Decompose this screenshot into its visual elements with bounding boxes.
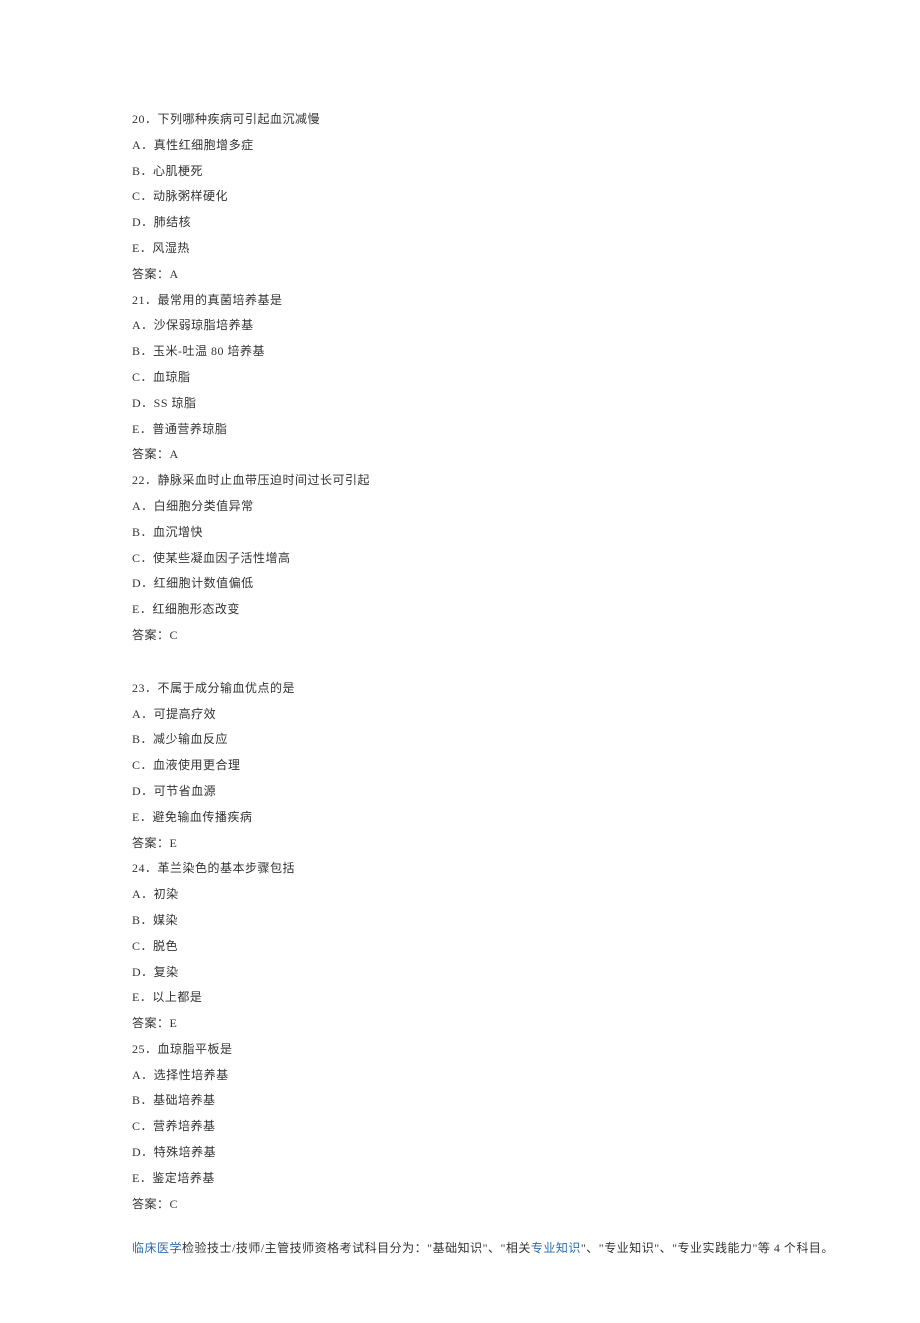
q-text: 静脉采血时止血带压迫时间过长可引起 [158, 473, 371, 487]
option: E．风湿热 [132, 237, 860, 260]
option: B．血沉增快 [132, 521, 860, 544]
document-page: 20．下列哪种疾病可引起血沉减慢 A．真性红细胞增多症 B．心肌梗死 C．动脉粥… [0, 0, 920, 1323]
question-stem: 20．下列哪种疾病可引起血沉减慢 [132, 108, 860, 131]
option: B．媒染 [132, 909, 860, 932]
answer: 答案：E [132, 832, 860, 855]
answer: 答案：C [132, 1193, 860, 1216]
option: D．红细胞计数值偏低 [132, 572, 860, 595]
q-text: 不属于成分输血优点的是 [158, 681, 296, 695]
q-text: 革兰染色的基本步骤包括 [158, 861, 296, 875]
q-number: 23． [132, 681, 158, 695]
q-number: 21． [132, 293, 158, 307]
option: C．血琼脂 [132, 366, 860, 389]
option: E．普通营养琼脂 [132, 418, 860, 441]
option: B．基础培养基 [132, 1089, 860, 1112]
option: C．营养培养基 [132, 1115, 860, 1138]
option: A．沙保弱琼脂培养基 [132, 314, 860, 337]
q-number: 25． [132, 1042, 158, 1056]
footer-mid-2: "、"专业知识"、"专业实践能力"等 4 个科目。 [581, 1241, 834, 1255]
option: C．血液使用更合理 [132, 754, 860, 777]
option: E．红细胞形态改变 [132, 598, 860, 621]
q-text: 最常用的真菌培养基是 [158, 293, 283, 307]
option: E．避免输血传播疾病 [132, 806, 860, 829]
option: B．玉米-吐温 80 培养基 [132, 340, 860, 363]
q-text: 血琼脂平板是 [158, 1042, 233, 1056]
q-number: 20． [132, 112, 158, 126]
answer: 答案：A [132, 443, 860, 466]
answer: 答案：E [132, 1012, 860, 1035]
option: A．白细胞分类值异常 [132, 495, 860, 518]
footer-link-2[interactable]: 专业知识 [531, 1241, 581, 1255]
footer-mid-1: 检验技士/技师/主管技师资格考试科目分为："基础知识"、"相关 [182, 1241, 531, 1255]
option: A．初染 [132, 883, 860, 906]
option: E．以上都是 [132, 986, 860, 1009]
question-stem: 25．血琼脂平板是 [132, 1038, 860, 1061]
option: C．使某些凝血因子活性增高 [132, 547, 860, 570]
question-stem: 23．不属于成分输血优点的是 [132, 677, 860, 700]
option: A．选择性培养基 [132, 1064, 860, 1087]
option: B．减少输血反应 [132, 728, 860, 751]
q-number: 22． [132, 473, 158, 487]
option: D．可节省血源 [132, 780, 860, 803]
q-number: 24． [132, 861, 158, 875]
option: C．动脉粥样硬化 [132, 185, 860, 208]
question-stem: 22．静脉采血时止血带压迫时间过长可引起 [132, 469, 860, 492]
answer: 答案：C [132, 624, 860, 647]
option: D．肺结核 [132, 211, 860, 234]
question-stem: 21．最常用的真菌培养基是 [132, 289, 860, 312]
option: D．SS 琼脂 [132, 392, 860, 415]
answer: 答案：A [132, 263, 860, 286]
option: B．心肌梗死 [132, 160, 860, 183]
footer-link-1[interactable]: 临床医学 [132, 1241, 182, 1255]
footer-text: 临床医学检验技士/技师/主管技师资格考试科目分为："基础知识"、"相关专业知识"… [132, 1237, 860, 1260]
q-text: 下列哪种疾病可引起血沉减慢 [158, 112, 321, 126]
option: D．复染 [132, 961, 860, 984]
option: A．可提高疗效 [132, 703, 860, 726]
option: E．鉴定培养基 [132, 1167, 860, 1190]
option: D．特殊培养基 [132, 1141, 860, 1164]
option: A．真性红细胞增多症 [132, 134, 860, 157]
option: C．脱色 [132, 935, 860, 958]
spacer [132, 650, 860, 674]
question-stem: 24．革兰染色的基本步骤包括 [132, 857, 860, 880]
